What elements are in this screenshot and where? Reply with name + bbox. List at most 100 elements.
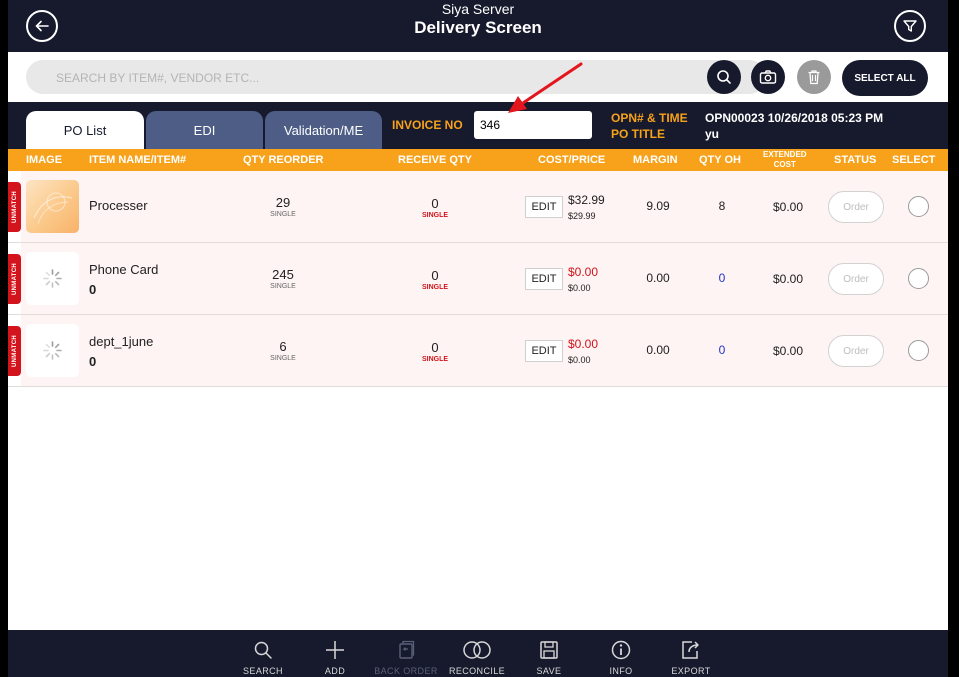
edit-price-button[interactable]: EDIT [525,340,563,362]
qty-reorder: 245 [272,267,294,282]
server-name: Siya Server [441,1,515,17]
po-title-value: yu [705,127,720,141]
col-select: SELECT [892,154,936,166]
qty-reorder-unit: SINGLE [270,211,296,218]
search-button[interactable] [707,60,741,94]
column-header-row: IMAGE ITEM NAME/ITEM# QTY REORDER RECEIV… [8,149,948,171]
qty-reorder: 29 [275,195,291,210]
filter-button[interactable] [894,10,926,42]
qty-on-hand: 8 [718,199,726,213]
toolbar-save-button[interactable]: SAVE [514,630,584,677]
search-input[interactable] [54,60,698,96]
camera-icon [759,70,777,84]
tab-edi[interactable]: EDI [146,111,263,149]
toolbar-info-label: INFO [609,666,633,676]
opn-labels: OPN# & TIME PO TITLE [611,110,688,142]
search-bar [26,60,766,96]
filter-icon [903,20,917,32]
invoice-label: INVOICE NO [392,118,463,132]
tab-validation-me[interactable]: Validation/ME [265,111,382,149]
toolbar-add-button[interactable]: ADD [300,630,370,677]
select-radio[interactable] [908,268,929,289]
edit-price-button[interactable]: EDIT [525,196,563,218]
unmatch-badge: UNMATCH [8,182,21,232]
select-all-button[interactable]: SELECT ALL [842,60,928,96]
camera-button[interactable] [751,60,785,94]
toolbar-export-button[interactable]: EXPORT [656,630,726,677]
product-image-icon [33,192,73,225]
extended-cost: $0.00 [772,272,804,286]
toolbar-reconcile-button[interactable]: RECONCILE [442,630,512,677]
col-image: IMAGE [26,154,63,166]
opn-values: OPN00023 10/26/2018 05:23 PM yu [705,110,883,142]
info-icon [611,640,631,660]
select-radio[interactable] [908,196,929,217]
toolbar-back-order-button[interactable]: BACK ORDER [371,630,441,677]
qty-reorder-unit: SINGLE [270,355,296,362]
order-status-button[interactable]: Order [828,191,884,223]
item-name: dept_1june [89,334,154,349]
extended-cost: $0.00 [772,344,804,358]
tab-row: PO List EDI Validation/ME INVOICE NO OPN… [8,102,948,149]
toolbar-reconcile-label: RECONCILE [448,666,506,676]
loading-spinner-icon [43,341,62,360]
page-title: Delivery Screen [414,18,542,37]
toolbar-search-button[interactable]: SEARCH [228,630,298,677]
receive-qty-unit[interactable]: SINGLE [405,284,465,291]
order-status-button[interactable]: Order [828,335,884,367]
item-margin: 0.00 [646,271,670,285]
unmatch-badge: UNMATCH [8,254,21,304]
col-extended-cost-line1: EXTENDED [763,150,807,159]
search-row: SELECT ALL [8,52,948,102]
order-status-button[interactable]: Order [828,263,884,295]
toolbar-add-label: ADD [324,666,346,676]
title-block: Siya Server Delivery Screen [8,0,948,38]
item-price: $0.00 [568,337,599,351]
invoice-number-input[interactable] [474,111,592,139]
qty-reorder-unit: SINGLE [270,283,296,290]
tab-po-list[interactable]: PO List [26,111,144,149]
col-qty-reorder: QTY REORDER [243,154,324,166]
col-cost-price: COST/PRICE [538,154,606,166]
reconcile-icon [463,641,491,659]
edit-price-button[interactable]: EDIT [525,268,563,290]
col-qty-oh: QTY OH [699,154,741,166]
col-item-name: ITEM NAME/ITEM# [89,154,187,166]
select-radio[interactable] [908,340,929,361]
delete-button[interactable] [797,60,831,94]
item-image [26,324,79,377]
item-list: UNMATCH Processer 29 SINGLE 0 SINGLE EDI… [8,171,948,387]
table-row: UNMATCH dept_1june 0 6 SINGLE 0 SINGLE E… [8,315,948,387]
opn-time-label: OPN# & TIME [611,111,688,125]
toolbar-back-order-label: BACK ORDER [374,666,438,676]
item-number: 0 [89,282,97,297]
delivery-screen-app: Siya Server Delivery Screen SELECT ALL P… [8,0,948,677]
receive-qty[interactable]: 0 [405,268,465,283]
opn-time-value: OPN00023 10/26/2018 05:23 PM [705,111,884,125]
receive-qty[interactable]: 0 [405,340,465,355]
po-title-label: PO TITLE [611,127,665,141]
qty-on-hand: 0 [718,343,726,357]
col-margin: MARGIN [633,154,678,166]
bottom-toolbar: SEARCH ADD BACK ORDER RECONCILE SAVE INF… [8,630,948,677]
toolbar-info-button[interactable]: INFO [586,630,656,677]
table-row: UNMATCH Phone Card 0 245 SINGLE 0 SINGLE… [8,243,948,315]
col-extended-cost-line2: COST [773,160,796,169]
receive-qty-unit[interactable]: SINGLE [405,356,465,363]
trash-icon [808,70,820,85]
item-number: 0 [89,354,97,369]
loading-spinner-icon [43,269,62,288]
receive-qty[interactable]: 0 [405,196,465,211]
item-margin: 9.09 [646,199,670,213]
col-extended-cost: EXTENDED COST [763,150,807,170]
toolbar-search-label: SEARCH [243,666,283,676]
qty-on-hand: 0 [718,271,726,285]
toolbar-export-label: EXPORT [671,666,711,676]
item-margin: 0.00 [646,343,670,357]
item-price: $0.00 [568,265,599,279]
plus-icon [326,641,344,659]
item-image [26,180,79,233]
back-order-icon [399,640,415,659]
receive-qty-unit[interactable]: SINGLE [405,212,465,219]
col-receive-qty: RECEIVE QTY [398,154,472,166]
